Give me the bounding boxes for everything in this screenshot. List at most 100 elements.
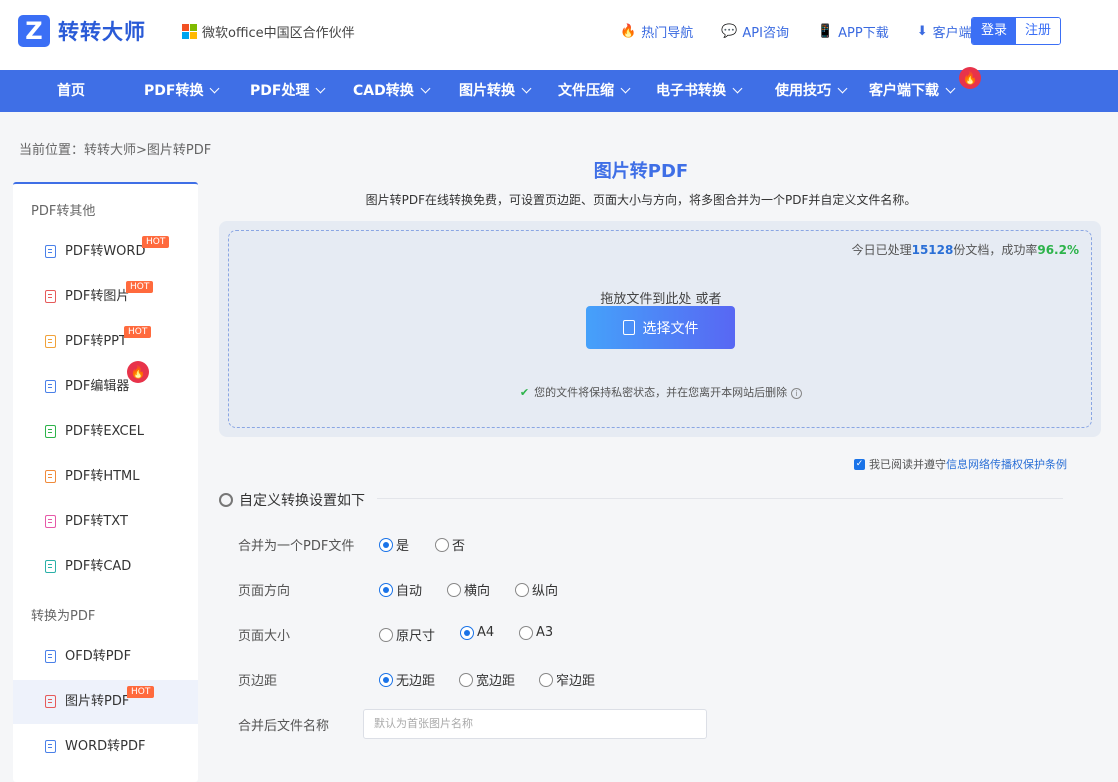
logo[interactable]: Z 转转大师: [18, 15, 146, 47]
info-icon[interactable]: i: [791, 388, 803, 399]
shield-icon: ✔: [519, 386, 530, 399]
hot-badge: HOT: [127, 686, 155, 698]
drop-zone[interactable]: 今日已处理15128份文档，成功率96.2% 拖放文件到此处 或者 选择文件 ✔…: [228, 230, 1092, 428]
agree-checkbox[interactable]: ✓: [854, 458, 865, 470]
fire-icon: 🔥: [127, 361, 149, 383]
radio-merge-yes[interactable]: 是: [379, 535, 409, 554]
sidebar-item-pdf-excel[interactable]: PDF转EXCEL: [13, 410, 198, 454]
nav-image[interactable]: 图片转换: [459, 70, 532, 112]
login-button[interactable]: 登录: [972, 18, 1016, 44]
client-label: 客户端: [932, 26, 972, 41]
sidebar-item-label: OFD转PDF: [65, 649, 132, 664]
radio-margin-wide[interactable]: 宽边距: [459, 670, 515, 689]
radio-circle: [519, 625, 533, 640]
radio-size-a3[interactable]: A3: [519, 625, 553, 640]
radio-label: 原尺寸: [396, 629, 436, 644]
radio-size-a4[interactable]: A4: [460, 625, 494, 640]
phone-icon: 📱: [816, 24, 834, 39]
file-icon: [45, 560, 56, 573]
register-button[interactable]: 注册: [1016, 18, 1060, 44]
fire-icon: 🔥: [620, 24, 637, 39]
drop-text: 拖放文件到此处 或者: [600, 292, 722, 307]
nav-compress[interactable]: 文件压缩: [558, 70, 631, 112]
radio-margin-none[interactable]: 无边距: [379, 670, 435, 689]
hot-badge: HOT: [142, 236, 170, 248]
choose-file-label: 选择文件: [642, 320, 699, 337]
sidebar-item-pdf-txt[interactable]: PDF转TXT: [13, 500, 198, 544]
app-download-link[interactable]: 📱 APP下载: [817, 22, 889, 41]
hot-badge: HOT: [124, 326, 152, 338]
nav-tips[interactable]: 使用技巧: [775, 70, 848, 112]
nav-pdf-process[interactable]: PDF处理: [250, 70, 326, 112]
file-add-icon: [622, 320, 635, 335]
top-links: 🔥 热门导航 💬 API咨询 📱 APP下载 ⬇ 客户端: [620, 22, 1000, 41]
client-link[interactable]: ⬇ 客户端: [917, 22, 972, 41]
radio-merge-no[interactable]: 否: [435, 535, 465, 554]
gear-icon: [219, 493, 233, 507]
sidebar-item-pdf-html[interactable]: PDF转HTML: [13, 455, 198, 499]
file-icon: [45, 740, 56, 753]
hot-nav-link[interactable]: 🔥 热门导航: [620, 22, 693, 41]
radio-circle: [515, 582, 529, 597]
sidebar-item-label: PDF转WORD: [65, 244, 146, 259]
radio-circle: [447, 582, 461, 597]
upload-area[interactable]: 今日已处理15128份文档，成功率96.2% 拖放文件到此处 或者 选择文件 ✔…: [219, 221, 1101, 437]
sidebar-item-pdf-word[interactable]: PDF转WORD: [13, 230, 198, 274]
chevron-down-icon: [837, 83, 848, 94]
nav-pdf-convert[interactable]: PDF转换: [144, 70, 220, 112]
radio-label: 无边距: [396, 674, 436, 689]
radio-orientation-landscape[interactable]: 横向: [447, 580, 490, 599]
sidebar-item-pdf-cad[interactable]: PDF转CAD: [13, 545, 198, 589]
nav-home[interactable]: 首页: [57, 70, 85, 112]
radio-size-original[interactable]: 原尺寸: [379, 625, 435, 644]
page-description: 图片转PDF在线转换免费，可设置页边距、页面大小与方向，将多图合并为一个PDF并…: [365, 193, 917, 207]
sidebar-item-pdf-editor[interactable]: PDF编辑器: [13, 365, 198, 409]
sidebar-item-word-pdf[interactable]: WORD转PDF: [13, 725, 198, 769]
nav-home-label: 首页: [57, 83, 85, 99]
nav-label: CAD转换: [353, 83, 414, 99]
radio-margin-narrow[interactable]: 窄边距: [539, 670, 595, 689]
nav-label: 客户端下载: [869, 83, 939, 99]
api-link[interactable]: 💬 API咨询: [721, 22, 789, 41]
sidebar-item-pdf-ppt[interactable]: PDF转PPT: [13, 320, 198, 364]
option-label-size: 页面大小: [238, 629, 291, 644]
choose-file-button[interactable]: 选择文件: [586, 306, 735, 349]
option-label-merge: 合并为一个PDF文件: [238, 539, 355, 554]
sidebar-item-pdf-image[interactable]: PDF转图片: [13, 275, 198, 319]
nav-label: 使用技巧: [775, 83, 831, 99]
settings-title-text: 自定义转换设置如下: [239, 493, 365, 509]
radio-circle: [459, 672, 473, 687]
api-label: API咨询: [742, 26, 789, 41]
sidebar-item-label: 图片转PDF: [65, 694, 130, 709]
radio-label: 横向: [464, 584, 491, 599]
monitor-icon: [45, 380, 56, 393]
agree-link[interactable]: 信息网络传播权保护条例: [946, 456, 1067, 472]
chevron-down-icon: [620, 83, 631, 94]
nav-cad[interactable]: CAD转换: [353, 70, 431, 112]
agreement: ✓ 我已阅读并遵守 信息网络传播权保护条例: [854, 456, 1067, 472]
radio-orientation-portrait[interactable]: 纵向: [515, 580, 558, 599]
chevron-down-icon: [316, 83, 326, 94]
filename-input[interactable]: [363, 709, 707, 739]
file-icon: [45, 515, 56, 528]
sidebar-item-label: PDF转TXT: [65, 514, 128, 529]
sidebar-item-image-pdf[interactable]: 图片转PDF: [13, 680, 198, 724]
nav-ebook[interactable]: 电子书转换: [656, 70, 743, 112]
radio-label: 自动: [396, 584, 423, 599]
file-icon: [45, 245, 56, 258]
radio-orientation-auto[interactable]: 自动: [379, 580, 422, 599]
sidebar-item-ofd-pdf[interactable]: OFD转PDF: [13, 635, 198, 679]
nav-client-download[interactable]: 客户端下载: [869, 70, 956, 112]
radio-circle: [539, 672, 553, 687]
partner-badge: 微软office中国区合作伙伴: [182, 22, 355, 41]
hot-badge: HOT: [126, 281, 154, 293]
settings-title: 自定义转换设置如下: [219, 490, 365, 510]
main-nav: 首页 PDF转换 PDF处理 CAD转换 图片转换 文件压缩 电子书转换 使用技…: [0, 67, 1118, 112]
file-icon: [45, 650, 56, 663]
radio-label: 是: [396, 539, 410, 554]
page-title: 图片转PDF: [593, 161, 689, 182]
radio-circle: [435, 537, 449, 552]
chevron-down-icon: [420, 83, 431, 94]
chevron-down-icon: [945, 83, 956, 94]
agree-prefix: 我已阅读并遵守: [869, 458, 946, 471]
